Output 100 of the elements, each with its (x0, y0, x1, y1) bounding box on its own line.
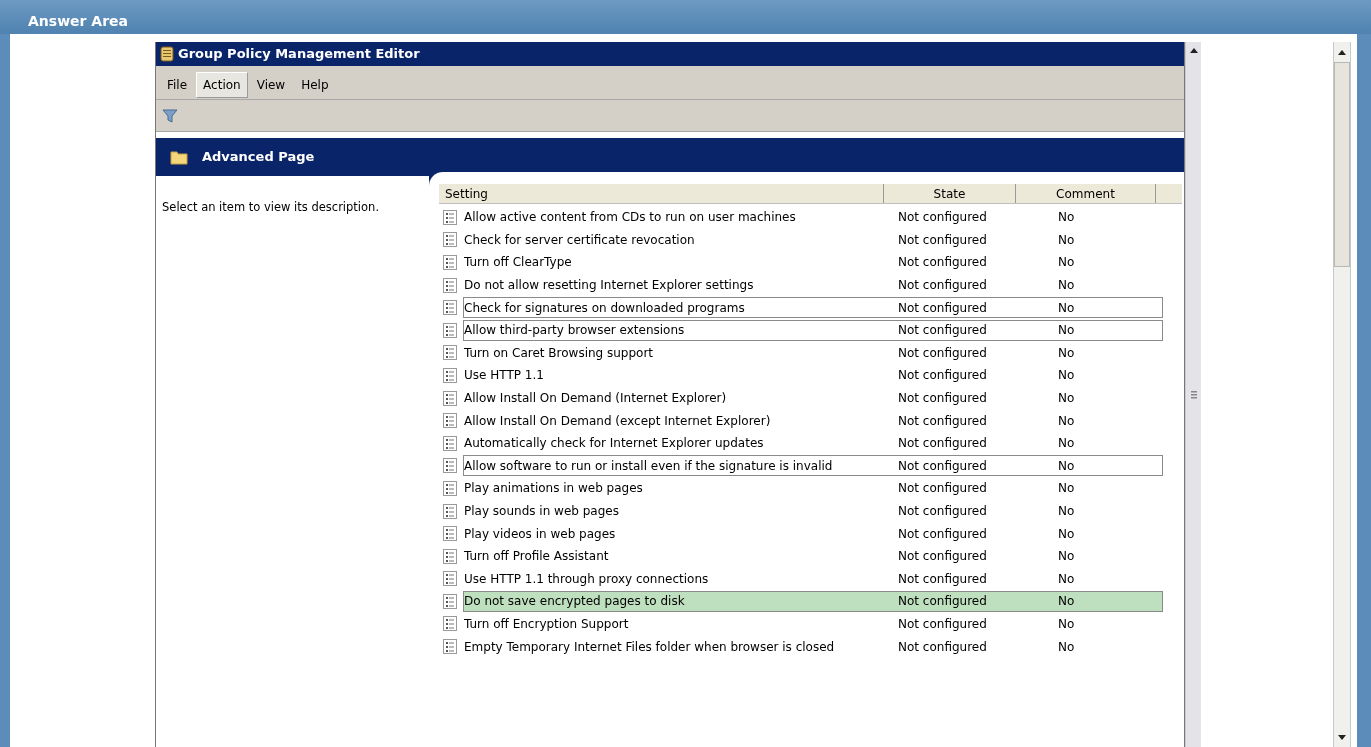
state-cell-text: Not configured (897, 616, 988, 633)
column-header[interactable]: State (884, 184, 1016, 203)
policy-setting-icon (443, 503, 457, 519)
policy-row[interactable]: Allow Install On Demand (Internet Explorer) Not configured No (463, 387, 1163, 409)
setting-cell-text: Check for signatures on downloaded programs (464, 299, 746, 317)
comment-cell-text: No (1057, 277, 1076, 295)
policy-row[interactable]: Automatically check for Internet Explorer updates Not configured No (463, 432, 1163, 454)
comment-cell-text: No (1057, 548, 1076, 566)
policy-setting-icon (443, 593, 457, 609)
inner-scrollbar[interactable] (1185, 42, 1201, 747)
policy-row[interactable]: Empty Temporary Internet Files folder when browser is closed Not configured No (463, 636, 1163, 658)
comment-cell-text: No (1057, 435, 1076, 453)
policy-setting-icon (443, 548, 457, 564)
policy-row[interactable]: Check for server certificate revocation Not configured No (463, 229, 1163, 251)
scrollbar-thumb[interactable] (1334, 62, 1350, 267)
state-cell-text: Not configured (897, 525, 988, 543)
scroll-document-icon (160, 46, 174, 62)
scroll-up-icon[interactable] (1338, 49, 1346, 55)
policy-row[interactable]: Allow Install On Demand (except Internet Explorer) Not configured No (463, 410, 1163, 432)
setting-cell-text: Allow third-party browser extensions (464, 322, 686, 340)
policy-row[interactable]: Allow active content from CDs to run on user machines Not configured No (463, 206, 1163, 228)
comment-cell-text: No (1057, 457, 1076, 475)
policy-setting-icon (443, 390, 457, 406)
state-cell-text: Not configured (897, 390, 988, 408)
policy-setting-icon (443, 571, 457, 587)
policy-row[interactable]: Turn on Caret Browsing support Not configured No (463, 342, 1163, 364)
state-cell-text: Not configured (897, 435, 988, 453)
menu-item[interactable]: Action (196, 71, 248, 98)
policy-row[interactable]: Turn off Encryption Support Not configured No (463, 613, 1163, 635)
column-header[interactable]: Comment (1016, 184, 1156, 203)
state-cell-text: Not configured (897, 322, 988, 340)
policy-setting-icon (443, 639, 457, 655)
comment-cell-text: No (1057, 299, 1076, 317)
state-cell-text: Not configured (897, 231, 988, 249)
filter-icon[interactable] (162, 107, 178, 124)
comment-cell-text: No (1057, 254, 1076, 272)
setting-cell-text: Automatically check for Internet Explorer updates (464, 435, 765, 453)
policy-setting-icon (443, 255, 457, 270)
setting-cell-text: Play animations in web pages (464, 480, 644, 498)
setting-cell-text: Turn off Encryption Support (464, 616, 630, 633)
policy-row[interactable]: Play sounds in web pages Not configured No (463, 500, 1163, 522)
header-title: Advanced Page (202, 148, 315, 167)
comment-cell-text: No (1057, 344, 1076, 362)
menu-item[interactable]: View (249, 71, 293, 98)
policy-setting-icon (443, 413, 457, 429)
policy-setting-icon (443, 480, 457, 496)
comment-cell-text: No (1057, 367, 1076, 385)
comment-cell-text: No (1057, 593, 1076, 611)
state-cell-text: Not configured (897, 344, 988, 362)
setting-cell-text: Do not save encrypted pages to disk (464, 593, 686, 611)
policy-setting-icon (443, 367, 457, 383)
policy-setting-icon (443, 322, 457, 338)
state-cell-text: Not configured (897, 503, 988, 520)
policy-row[interactable]: Allow software to run or install even if the signature is invalid Not configured No (463, 455, 1163, 477)
setting-cell-text: Allow active content from CDs to run on user machines (464, 209, 797, 227)
policy-setting-icon (443, 277, 457, 293)
policy-setting-icon (443, 209, 457, 225)
setting-cell-text: Use HTTP 1.1 through proxy connections (464, 570, 710, 588)
column-header[interactable]: Setting (439, 184, 884, 203)
state-cell-text: Not configured (897, 412, 988, 430)
grip-icon (1190, 391, 1197, 399)
policy-row[interactable]: Play videos in web pages Not configured No (463, 523, 1163, 545)
policy-row[interactable]: Turn off Profile Assistant Not configured No (463, 545, 1163, 567)
state-cell-text: Not configured (897, 593, 988, 611)
policy-setting-icon (443, 435, 457, 451)
policy-row[interactable]: Allow third-party browser extensions Not configured No (463, 319, 1163, 341)
setting-cell-text: Play sounds in web pages (464, 503, 620, 520)
menu-item[interactable]: Help (294, 71, 336, 98)
comment-cell-text: No (1057, 390, 1076, 408)
setting-cell-text: Use HTTP 1.1 (464, 367, 545, 385)
setting-cell-text: Do not allow resetting Internet Explorer settings (464, 277, 755, 295)
policy-setting-icon (443, 526, 457, 542)
setting-cell-text: Empty Temporary Internet Files folder when browser is closed (464, 638, 836, 656)
scroll-up-icon[interactable] (1189, 48, 1198, 53)
state-cell-text: Not configured (897, 457, 988, 475)
comment-cell-text: No (1057, 231, 1076, 249)
policy-row[interactable]: Play animations in web pages Not configured No (463, 477, 1163, 499)
setting-cell-text: Turn off ClearType (464, 254, 573, 272)
scroll-down-icon[interactable] (1338, 734, 1346, 740)
policy-row[interactable]: Do not allow resetting Internet Explorer settings Not configured No (463, 274, 1163, 296)
state-cell-text: Not configured (897, 209, 988, 227)
policy-row[interactable]: Use HTTP 1.1 Not configured No (463, 364, 1163, 386)
policy-setting-icon (443, 345, 457, 361)
state-cell-text: Not configured (897, 367, 988, 385)
comment-cell-text: No (1057, 480, 1076, 498)
menu-item[interactable]: File (160, 71, 195, 98)
policy-row[interactable]: Use HTTP 1.1 through proxy connections Not configured No (463, 568, 1163, 590)
state-cell-text: Not configured (897, 570, 988, 588)
setting-cell-text: Check for server certificate revocation (464, 231, 696, 249)
comment-cell-text: No (1057, 412, 1076, 430)
state-cell-text: Not configured (897, 277, 988, 295)
policy-row[interactable]: Turn off ClearType Not configured No (463, 252, 1163, 273)
policy-row[interactable]: Check for signatures on downloaded programs Not configured No (463, 297, 1163, 319)
policy-row[interactable]: Do not save encrypted pages to disk Not configured No (463, 590, 1163, 612)
setting-cell-text: Allow Install On Demand (Internet Explorer) (464, 390, 728, 408)
setting-cell-text: Play videos in web pages (464, 525, 617, 543)
comment-cell-text: No (1057, 638, 1076, 656)
policy-setting-icon (443, 458, 457, 474)
state-cell-text: Not configured (897, 480, 988, 498)
page-scrollbar[interactable] (1333, 42, 1351, 747)
